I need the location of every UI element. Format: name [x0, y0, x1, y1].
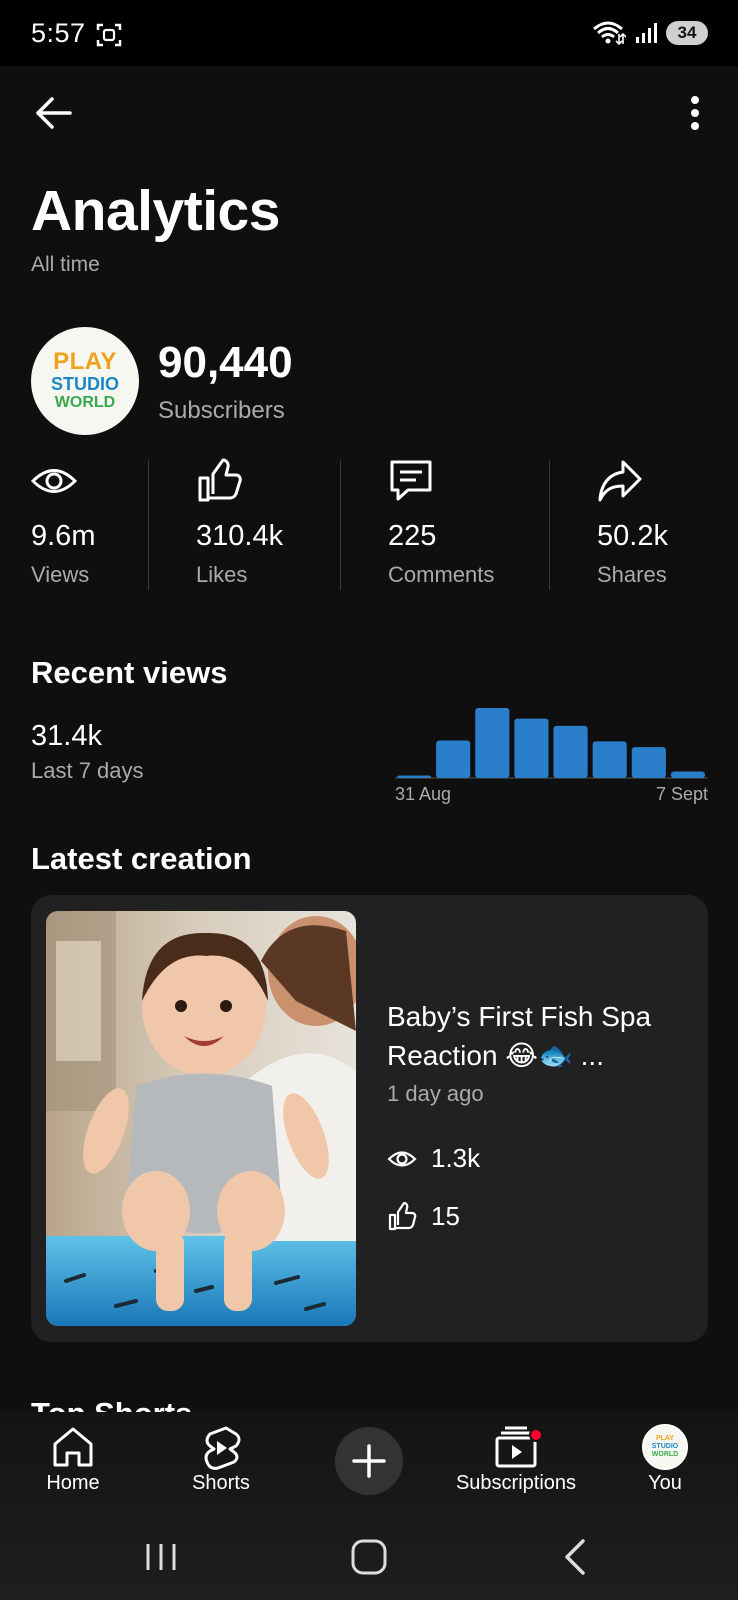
channel-avatar: PLAY STUDIO WORLD [31, 327, 139, 435]
home-button-icon[interactable] [344, 1532, 394, 1582]
chart-bar [592, 741, 627, 778]
back-button-icon[interactable] [551, 1532, 601, 1582]
share-icon [598, 460, 642, 502]
eye-icon [387, 1150, 417, 1167]
video-views-value: 1.3k [431, 1143, 481, 1173]
status-bar: 5:57 34 [0, 0, 738, 66]
stat-value: 225 [388, 520, 437, 552]
nav-label: Shorts [192, 1472, 250, 1494]
stat-value: 9.6m [31, 520, 96, 552]
stat-views[interactable]: 9.6m Views [31, 458, 95, 588]
chart-bar [397, 775, 432, 778]
subscriber-count: 90,440 [158, 338, 293, 387]
recent-views-chart[interactable] [395, 700, 708, 780]
eye-icon [31, 469, 77, 493]
nav-label: You [648, 1472, 682, 1494]
stat-label: Shares [597, 562, 667, 587]
page-title: Analytics [31, 179, 280, 243]
battery-indicator: 34 [666, 21, 708, 45]
screenshot-icon [96, 23, 122, 47]
nav-subscriptions[interactable]: Subscriptions [441, 1424, 591, 1495]
shorts-icon [204, 1426, 241, 1470]
home-icon [53, 1427, 93, 1467]
nav-you[interactable]: PLAY STUDIO WORLD You [590, 1424, 738, 1495]
chart-bar [514, 718, 549, 778]
chart-bar [475, 708, 510, 778]
more-options-icon[interactable] [680, 92, 710, 134]
latest-video-card[interactable]: Baby’s First Fish Spa Reaction 😂🐟 ... 1 … [31, 895, 708, 1342]
chart-axis-end: 7 Sept [655, 784, 708, 804]
stat-shares[interactable]: 50.2k Shares [597, 458, 668, 588]
stat-label: Views [31, 562, 90, 587]
chart-bar [670, 771, 705, 778]
chart-bar [436, 740, 471, 778]
stat-label: Likes [196, 562, 248, 587]
logo-text-world: WORLD [651, 1451, 679, 1458]
chart-bar [631, 747, 666, 778]
signal-icon [636, 23, 657, 43]
stat-comments[interactable]: 225 Comments [388, 458, 494, 588]
system-nav-bar [0, 1520, 738, 1600]
wifi-icon [593, 21, 626, 46]
stat-value: 310.4k [196, 520, 284, 552]
video-likes: 15 [387, 1201, 460, 1232]
video-title[interactable]: Baby’s First Fish Spa Reaction 😂🐟 ... [387, 997, 687, 1075]
video-likes-value: 15 [431, 1201, 460, 1231]
video-thumbnail[interactable] [46, 911, 356, 1326]
nav-label: Home [46, 1472, 100, 1494]
chart-bar [553, 725, 588, 778]
logo-text-studio: STUDIO [50, 374, 119, 394]
status-time: 5:57 [31, 18, 86, 48]
recent-views-title: Recent views [31, 655, 228, 690]
divider [148, 460, 149, 590]
recent-views-period: Last 7 days [31, 758, 144, 783]
video-age: 1 day ago [387, 1081, 484, 1106]
stat-value: 50.2k [597, 520, 668, 552]
date-range-label: All time [31, 253, 100, 276]
logo-text-play: PLAY [655, 1435, 675, 1442]
stat-likes[interactable]: 310.4k Likes [196, 458, 283, 588]
latest-creation-title: Latest creation [31, 841, 252, 876]
chart-axis-start: 31 Aug [395, 784, 452, 804]
subscriber-label: Subscribers [158, 397, 285, 424]
plus-icon [352, 1444, 386, 1478]
notification-dot [529, 1428, 543, 1442]
recent-views-value: 31.4k [31, 720, 102, 752]
back-arrow-icon[interactable] [32, 92, 74, 134]
logo-text-play: PLAY [53, 348, 117, 375]
recent-apps-icon[interactable] [136, 1532, 186, 1582]
create-button[interactable] [335, 1427, 403, 1495]
comment-icon [390, 460, 432, 501]
nav-shorts[interactable]: Shorts [146, 1424, 296, 1495]
nav-label: Subscriptions [455, 1472, 577, 1494]
video-views: 1.3k [387, 1143, 480, 1174]
nav-home[interactable]: Home [0, 1424, 148, 1495]
divider [549, 460, 550, 590]
stat-label: Comments [388, 562, 495, 587]
thumbs-up-icon [198, 458, 242, 502]
thumbs-up-icon [388, 1201, 417, 1230]
logo-text-studio: STUDIO [651, 1443, 679, 1450]
avatar: PLAY STUDIO WORLD [642, 1424, 688, 1470]
divider [340, 460, 341, 590]
logo-text-world: WORLD [54, 394, 116, 411]
